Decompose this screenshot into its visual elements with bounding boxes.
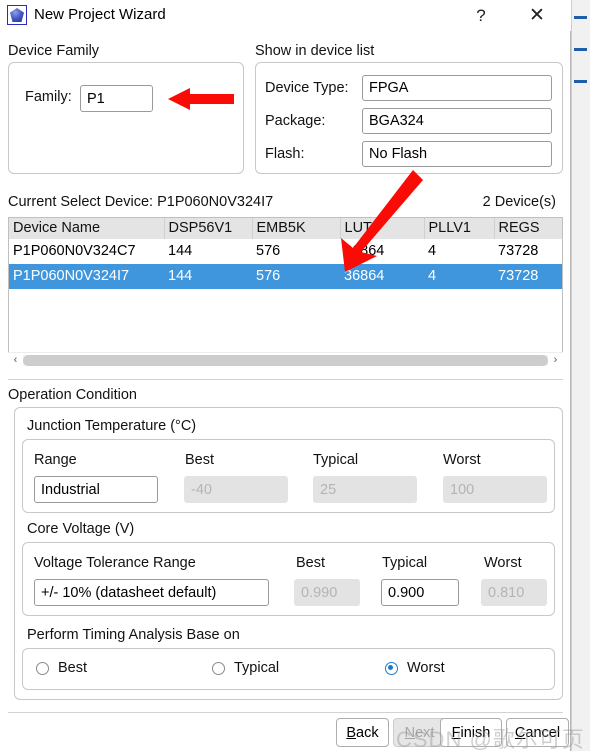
cell-emb5k: 576 (256, 243, 281, 259)
device-type-select[interactable]: FPGA (362, 75, 552, 101)
device-family-group (8, 62, 244, 174)
cv-typical-select[interactable]: 0.900 (381, 579, 459, 606)
device-family-section-label: Device Family (8, 43, 100, 59)
cell-emb5k: 576 (252, 264, 340, 289)
footer-divider (8, 712, 563, 713)
cv-worst-value: 0.810 (481, 579, 547, 606)
cell-lut6: 36864 (340, 264, 424, 289)
family-select[interactable]: P1 (80, 85, 153, 112)
device-type-label: Device Type: (265, 80, 349, 96)
column-header-lut6[interactable]: LUT6 (340, 218, 425, 239)
cv-worst-label: Worst (484, 555, 522, 571)
jt-typical-value: 25 (313, 476, 417, 503)
cell-pllv1: 4 (428, 243, 437, 259)
close-icon[interactable]: ✕ (517, 0, 557, 31)
cv-tolerance-select[interactable]: +/- 10% (datasheet default) (34, 579, 269, 606)
radio-label-typical: Typical (234, 660, 280, 676)
device-count-label: 2 Device(s) (482, 194, 556, 210)
jt-worst-label: Worst (443, 452, 481, 468)
cell-device-name: P1P060N0V324C7 (13, 243, 136, 259)
radio-label-best: Best (58, 660, 88, 676)
family-label: Family: (25, 89, 72, 105)
device-list-horizontal-scrollbar[interactable]: ‹ › (8, 352, 563, 368)
new-project-wizard-dialog: New Project Wizard ? ✕ Device Family Fam… (0, 0, 571, 751)
background-app-strip (571, 0, 590, 751)
cell-pllv1: 4 (424, 264, 494, 289)
current-select-device-label: Current Select Device: P1P060N0V324I7 (8, 194, 274, 210)
cv-typical-label: Typical (382, 555, 428, 571)
cell-lut6: 36864 (344, 243, 385, 259)
jt-typical-label: Typical (313, 452, 359, 468)
core-voltage-label: Core Voltage (V) (27, 521, 135, 537)
radio-circle-worst[interactable] (385, 661, 398, 675)
radio-best[interactable]: Best (36, 660, 87, 676)
column-header-device-name[interactable]: Device Name (9, 218, 165, 239)
cell-dsp56v1: 144 (168, 243, 193, 259)
scrollbar-track[interactable] (23, 355, 548, 366)
next-button: Next (393, 718, 446, 747)
cell-device-name: P1P060N0V324I7 (9, 264, 164, 289)
back-button[interactable]: Back (336, 718, 389, 747)
help-button[interactable]: ? (461, 0, 501, 31)
flash-label: Flash: (265, 146, 305, 162)
junction-temperature-label: Junction Temperature (°C) (27, 418, 197, 434)
scrollbar-thumb[interactable] (23, 355, 548, 366)
radio-typical[interactable]: Typical (212, 660, 279, 676)
scroll-left-icon[interactable]: ‹ (8, 353, 23, 368)
gem-icon (7, 5, 27, 25)
flash-select[interactable]: No Flash (362, 141, 552, 167)
timing-analysis-group (22, 648, 555, 690)
jt-worst-value: 100 (443, 476, 547, 503)
column-header-pllv1[interactable]: PLLV1 (424, 218, 495, 239)
jt-range-select[interactable]: Industrial (34, 476, 158, 503)
cv-best-value: 0.990 (294, 579, 360, 606)
finish-button[interactable]: Finish (440, 718, 502, 747)
cell-regs: 73728 (498, 243, 539, 259)
package-label: Package: (265, 113, 326, 129)
cell-dsp56v1: 144 (164, 264, 252, 289)
show-in-device-list-section-label: Show in device list (255, 43, 375, 59)
package-select[interactable]: BGA324 (362, 108, 552, 134)
radio-circle-best[interactable] (36, 661, 49, 675)
cell-regs: 73728 (494, 264, 562, 289)
table-row-selected[interactable]: P1P060N0V324I7 144 576 36864 4 73728 (9, 264, 562, 289)
jt-range-label: Range (34, 452, 77, 468)
radio-circle-typical[interactable] (212, 661, 225, 675)
title-bar: New Project Wizard ? ✕ (0, 0, 571, 31)
window-title: New Project Wizard (34, 6, 166, 23)
cv-best-label: Best (296, 555, 326, 571)
column-header-emb5k[interactable]: EMB5K (252, 218, 341, 239)
radio-worst[interactable]: Worst (385, 660, 445, 676)
cancel-button[interactable]: Cancel (506, 718, 569, 747)
operation-condition-label: Operation Condition (8, 387, 137, 403)
column-header-dsp56v1[interactable]: DSP56V1 (164, 218, 253, 239)
screen-root: New Project Wizard ? ✕ Device Family Fam… (0, 0, 590, 751)
device-list-table[interactable]: Device Name DSP56V1 EMB5K LUT6 PLLV1 REG… (8, 217, 563, 368)
timing-analysis-label: Perform Timing Analysis Base on (27, 627, 240, 643)
jt-best-value: -40 (184, 476, 288, 503)
jt-best-label: Best (185, 452, 215, 468)
scroll-right-icon[interactable]: › (548, 353, 563, 368)
cv-tolerance-label: Voltage Tolerance Range (34, 555, 196, 571)
column-header-regs[interactable]: REGS (494, 218, 562, 239)
table-header-row: Device Name DSP56V1 EMB5K LUT6 PLLV1 REG… (9, 218, 562, 239)
radio-label-worst: Worst (407, 660, 445, 676)
divider (8, 379, 563, 380)
table-row[interactable]: P1P060N0V324C7 144 576 36864 4 73728 (9, 239, 562, 264)
